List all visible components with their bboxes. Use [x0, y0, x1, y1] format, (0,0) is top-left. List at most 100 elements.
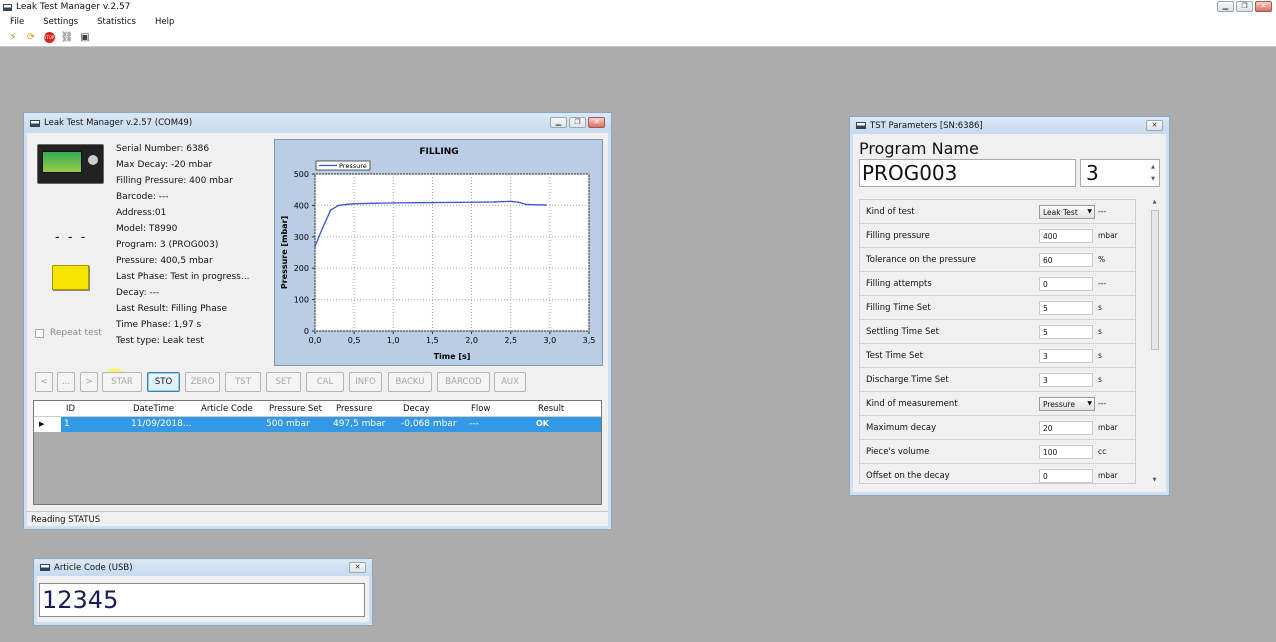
- x-axis-label: Time [s]: [434, 352, 471, 361]
- cal-button[interactable]: CAL: [306, 372, 344, 392]
- col-flow[interactable]: Flow: [471, 404, 490, 414]
- maximize-button[interactable]: ❐: [569, 117, 586, 128]
- backup-button[interactable]: BACKU: [388, 372, 432, 392]
- col-pressure[interactable]: Pressure: [336, 404, 372, 414]
- parameter-input[interactable]: 60: [1039, 253, 1093, 267]
- checkbox-box[interactable]: [35, 328, 44, 338]
- parameter-label: Filling pressure: [866, 231, 930, 241]
- next-button[interactable]: >: [80, 372, 98, 392]
- parameter-input[interactable]: 0: [1039, 277, 1093, 291]
- parameter-select[interactable]: Pressure ▼: [1039, 397, 1095, 411]
- close-button[interactable]: ✕: [1255, 1, 1272, 12]
- more-button[interactable]: ...: [57, 372, 75, 392]
- parameter-label: Kind of measurement: [866, 399, 958, 409]
- spin-down-icon[interactable]: ▼: [1148, 173, 1158, 185]
- info-pressure: Pressure: 400,5 mbar: [116, 256, 213, 266]
- parameter-label: Kind of test: [866, 207, 915, 217]
- parameter-label: Discharge Time Set: [866, 375, 949, 385]
- prev-button[interactable]: <: [35, 372, 53, 392]
- parameters-table: Kind of test Leak Test ▼ --- Filling pressur…: [859, 199, 1136, 484]
- col-id[interactable]: ID: [66, 404, 75, 414]
- parameter-value: 20: [1043, 424, 1053, 433]
- info-address: Address:01: [116, 208, 167, 218]
- parameter-input[interactable]: 0: [1039, 469, 1093, 483]
- parameter-unit: mbar: [1098, 471, 1118, 480]
- minimize-button[interactable]: ▁: [550, 117, 567, 128]
- close-button[interactable]: ✕: [349, 562, 366, 573]
- link-icon[interactable]: ⛓: [60, 31, 74, 45]
- refresh-icon[interactable]: ⟳: [24, 31, 38, 45]
- maximize-button[interactable]: ❐: [1236, 1, 1253, 12]
- barcode-button[interactable]: BARCOD: [437, 372, 490, 392]
- col-pressure-set[interactable]: Pressure Set: [269, 404, 322, 414]
- data-point: [470, 201, 473, 204]
- table-row[interactable]: ▶ 1 11/09/2018... 500 mbar 497,5 mbar -0…: [34, 417, 601, 432]
- menu-statistics[interactable]: Statistics: [87, 17, 145, 27]
- device-icon[interactable]: ▣: [78, 31, 92, 45]
- repeat-test-checkbox[interactable]: Repeat test: [35, 328, 102, 338]
- y-tick-label: 0: [304, 327, 309, 336]
- data-point: [431, 201, 434, 204]
- aux-button[interactable]: AUX: [494, 372, 526, 392]
- parameter-label: Piece's volume: [866, 447, 930, 457]
- start-button[interactable]: STAR: [102, 372, 142, 392]
- col-result[interactable]: Result: [538, 404, 564, 414]
- parameter-input[interactable]: 400: [1039, 229, 1093, 243]
- parameter-value: 100: [1043, 448, 1058, 457]
- row-selector-icon[interactable]: ▶: [34, 417, 61, 432]
- parameter-input[interactable]: 3: [1039, 373, 1093, 387]
- stop-button[interactable]: STO: [147, 372, 180, 392]
- close-button[interactable]: ✕: [588, 117, 605, 128]
- col-decay[interactable]: Decay: [403, 404, 430, 414]
- minimize-button[interactable]: ▁: [1217, 1, 1234, 12]
- x-tick-label: 3,0: [543, 336, 556, 345]
- chevron-down-icon[interactable]: ▼: [1087, 208, 1092, 215]
- parameters-scrollbar[interactable]: ▲ ▼: [1149, 199, 1160, 483]
- parameter-label: Test Time Set: [866, 351, 923, 361]
- scroll-thumb[interactable]: [1151, 210, 1159, 350]
- status-indicator-light: [52, 265, 89, 290]
- program-number-spinner[interactable]: ▲ ▼: [1148, 161, 1158, 185]
- parameter-row: Offset on the decay 0 mbar: [860, 464, 1135, 483]
- parameter-value: Leak Test: [1043, 208, 1078, 217]
- parameter-row: Filling pressure 400 mbar: [860, 224, 1135, 248]
- menu-file[interactable]: File: [0, 17, 33, 27]
- parameter-input[interactable]: 100: [1039, 445, 1093, 459]
- program-name-input[interactable]: PROG003: [859, 159, 1076, 187]
- parameter-label: Tolerance on the pressure: [866, 255, 976, 265]
- menu-settings[interactable]: Settings: [33, 17, 87, 27]
- parameter-unit: s: [1098, 327, 1102, 336]
- spin-up-icon[interactable]: ▲: [1148, 161, 1158, 173]
- scroll-down-icon[interactable]: ▼: [1149, 477, 1160, 483]
- scroll-up-icon[interactable]: ▲: [1149, 199, 1160, 205]
- x-tick-label: 0,0: [309, 336, 322, 345]
- data-point: [322, 226, 324, 229]
- info-model: Model: T8990: [116, 224, 178, 234]
- parameter-unit: ---: [1098, 207, 1107, 216]
- close-button[interactable]: ✕: [1146, 120, 1163, 131]
- info-button[interactable]: INFO: [349, 372, 382, 392]
- article-code-input[interactable]: 12345: [39, 583, 365, 617]
- parameter-unit: s: [1098, 351, 1102, 360]
- parameter-unit: mbar: [1098, 423, 1118, 432]
- data-point: [376, 202, 379, 205]
- parameter-input[interactable]: 3: [1039, 349, 1093, 363]
- connect-icon[interactable]: ⚡: [6, 31, 20, 45]
- col-datetime[interactable]: DateTime: [133, 404, 174, 414]
- col-article-code[interactable]: Article Code: [201, 404, 253, 414]
- parameter-input[interactable]: 5: [1039, 325, 1093, 339]
- info-test-type: Test type: Leak test: [116, 336, 204, 346]
- cell-decay: -0,068 mbar: [401, 419, 457, 429]
- stop-icon[interactable]: STOP: [42, 31, 56, 45]
- info-decay: Decay: ---: [116, 288, 160, 298]
- chevron-down-icon[interactable]: ▼: [1087, 400, 1092, 407]
- menu-help[interactable]: Help: [145, 17, 183, 27]
- cell-pressure-set: 500 mbar: [266, 419, 310, 429]
- parameter-input[interactable]: 20: [1039, 421, 1093, 435]
- zero-button[interactable]: ZERO: [185, 372, 220, 392]
- parameter-select[interactable]: Leak Test ▼: [1039, 205, 1095, 219]
- set-button[interactable]: SET: [266, 372, 301, 392]
- leak-test-window-title: Leak Test Manager v.2.57 (COM49): [44, 118, 193, 128]
- tst-button[interactable]: TST: [225, 372, 261, 392]
- parameter-input[interactable]: 5: [1039, 301, 1093, 315]
